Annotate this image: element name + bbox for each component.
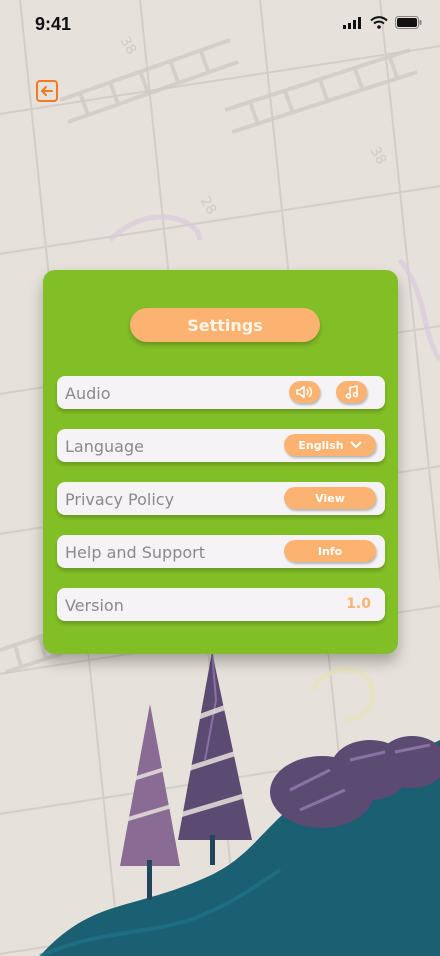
help-support-label: Help and Support (65, 543, 205, 562)
music-toggle-button[interactable] (336, 381, 367, 403)
wifi-icon (370, 16, 388, 29)
signal-icon (343, 16, 361, 29)
language-row: Language English (57, 429, 385, 462)
status-time: 9:41 (35, 14, 72, 34)
settings-panel: Settings Audio Language English Privacy … (43, 270, 398, 654)
back-button[interactable] (36, 80, 58, 102)
version-row: Version 1.0 (57, 588, 385, 621)
help-info-button[interactable]: Info (284, 540, 376, 562)
music-note-icon (345, 385, 358, 399)
chevron-down-icon (350, 441, 362, 448)
language-value: English (298, 438, 344, 452)
privacy-policy-row: Privacy Policy View (57, 482, 385, 515)
language-label: Language (65, 437, 144, 456)
sound-toggle-button[interactable] (289, 381, 320, 403)
help-support-row: Help and Support Info (57, 535, 385, 568)
status-bar: 9:41 (0, 0, 440, 50)
audio-row: Audio (57, 376, 385, 409)
settings-title: Settings (130, 308, 320, 342)
version-value: 1.0 (346, 596, 371, 612)
speaker-icon (295, 385, 312, 399)
audio-label: Audio (65, 384, 111, 403)
status-icons (343, 16, 422, 29)
privacy-policy-label: Privacy Policy (65, 490, 175, 509)
arrow-left-icon (41, 86, 53, 96)
privacy-view-button[interactable]: View (284, 487, 376, 509)
version-label: Version (65, 596, 124, 615)
language-select[interactable]: English (284, 434, 376, 456)
battery-icon (395, 16, 422, 29)
